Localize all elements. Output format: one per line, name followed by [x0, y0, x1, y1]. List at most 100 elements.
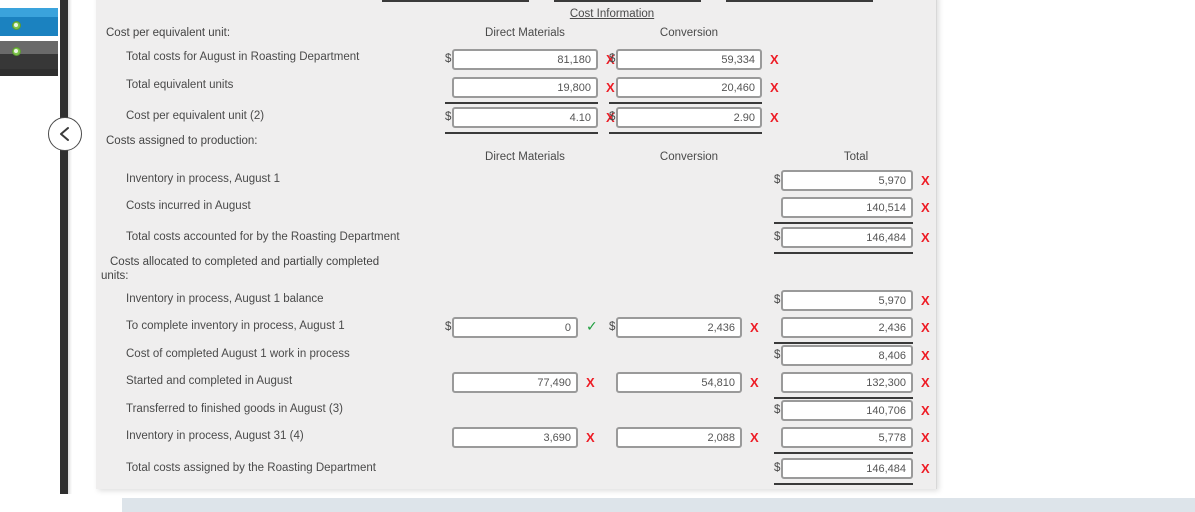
input-total-equivalent-units-cv-field[interactable]	[616, 77, 762, 98]
row-label-inventory-august-31: Inventory in process, August 31 (4)	[126, 430, 304, 442]
input-costs-incurred-august-total-field[interactable]	[781, 197, 913, 218]
input-total-costs-assigned-total-field[interactable]	[781, 458, 913, 479]
currency-symbol: $	[774, 174, 781, 186]
input-total-equivalent-units-dm-field[interactable]	[452, 77, 598, 98]
row-label-to-complete-inventory: To complete inventory in process, August…	[126, 320, 345, 332]
input-started-and-completed-cv-field[interactable]	[616, 372, 742, 393]
validation-mark-inventory-august-31-total: X	[921, 430, 930, 445]
nav-item-gray[interactable]	[0, 54, 58, 69]
input-started-and-completed-cv[interactable]	[616, 372, 742, 393]
validation-mark-total-costs-august-cv: X	[770, 52, 779, 67]
input-to-complete-inventory-cv-field[interactable]	[616, 317, 742, 338]
input-inventory-august-1-balance-total[interactable]	[781, 290, 913, 311]
row-label-started-and-completed: Started and completed in August	[126, 375, 293, 387]
section-label-costs-allocated-line1: Costs allocated to completed and partial…	[110, 256, 380, 268]
sidebar-nav-strip	[0, 0, 58, 76]
subtotal-rule	[609, 102, 762, 104]
input-costs-incurred-august-total[interactable]	[781, 197, 913, 218]
input-cost-per-equivalent-unit-dm-field[interactable]	[452, 107, 598, 128]
chevron-left-icon	[58, 126, 72, 142]
row-label-total-costs-august: Total costs for August in Roasting Depar…	[126, 51, 360, 63]
input-transferred-to-finished-goods-total[interactable]	[781, 400, 913, 421]
input-to-complete-inventory-dm-field[interactable]	[452, 317, 578, 338]
currency-symbol: $	[445, 53, 452, 65]
sidebar-collapse-button[interactable]	[48, 117, 82, 151]
validation-mark-total-costs-accounted-total: X	[921, 230, 930, 245]
column-header-direct-materials-1: Direct Materials	[485, 27, 565, 39]
sidebar-rail	[60, 0, 68, 494]
row-label-total-costs-accounted: Total costs accounted for by the Roastin…	[126, 231, 400, 243]
validation-mark-cost-per-equivalent-unit-cv: X	[770, 110, 779, 125]
input-inventory-august-1-balance-total-field[interactable]	[781, 290, 913, 311]
validation-mark-inventory-august-1-total: X	[921, 173, 930, 188]
input-total-costs-august-dm[interactable]	[452, 49, 598, 70]
currency-symbol: $	[774, 231, 781, 243]
validation-mark-started-and-completed-cv: X	[750, 375, 759, 390]
input-inventory-august-1-total[interactable]	[781, 170, 913, 191]
input-cost-of-completed-wip-total[interactable]	[781, 345, 913, 366]
input-inventory-august-31-dm[interactable]	[452, 427, 578, 448]
section-label-cost-per-unit: Cost per equivalent unit:	[106, 27, 231, 39]
input-to-complete-inventory-total[interactable]	[781, 317, 913, 338]
validation-mark-total-equivalent-units-cv: X	[770, 80, 779, 95]
row-label-inventory-august-1: Inventory in process, August 1	[126, 173, 281, 185]
input-started-and-completed-total[interactable]	[781, 372, 913, 393]
nav-footer-bar	[0, 69, 58, 76]
input-total-equivalent-units-dm[interactable]	[452, 77, 598, 98]
nav-item-blue[interactable]	[0, 17, 58, 36]
bottom-status-bar	[0, 498, 1195, 512]
input-total-equivalent-units-cv[interactable]	[616, 77, 762, 98]
nav-item-gray-accent[interactable]	[0, 41, 58, 54]
input-inventory-august-1-total-field[interactable]	[781, 170, 913, 191]
subtotal-rule	[609, 132, 762, 134]
bottom-status-bar-left-gap	[0, 498, 122, 512]
input-transferred-to-finished-goods-total-field[interactable]	[781, 400, 913, 421]
input-total-costs-accounted-total[interactable]	[781, 227, 913, 248]
nav-item-blue-accent[interactable]	[0, 8, 58, 17]
input-inventory-august-31-total-field[interactable]	[781, 427, 913, 448]
validation-mark-transferred-to-finished-goods-total: X	[921, 403, 930, 418]
row-label-costs-incurred-august: Costs incurred in August	[126, 200, 251, 212]
currency-symbol: $	[609, 321, 616, 333]
input-total-costs-august-dm-field[interactable]	[452, 49, 598, 70]
input-inventory-august-31-cv-field[interactable]	[616, 427, 742, 448]
input-cost-of-completed-wip-total-field[interactable]	[781, 345, 913, 366]
row-label-total-equivalent-units: Total equivalent units	[126, 79, 234, 91]
subtotal-rule	[774, 452, 913, 454]
validation-mark-started-and-completed-total: X	[921, 375, 930, 390]
validation-mark-inventory-august-31-cv: X	[750, 430, 759, 445]
input-cost-per-equivalent-unit-cv-field[interactable]	[616, 107, 762, 128]
column-header-total-2: Total	[843, 151, 869, 163]
input-started-and-completed-total-field[interactable]	[781, 372, 913, 393]
validation-mark-to-complete-inventory-dm: ✓	[586, 318, 598, 334]
subtotal-rule	[445, 102, 598, 104]
input-to-complete-inventory-dm[interactable]	[452, 317, 578, 338]
section-label-costs-allocated-line2: units:	[101, 270, 129, 282]
currency-symbol: $	[774, 349, 781, 361]
validation-mark-started-and-completed-dm: X	[586, 375, 595, 390]
validation-mark-inventory-august-1-balance-total: X	[921, 293, 930, 308]
input-started-and-completed-dm-field[interactable]	[452, 372, 578, 393]
row-label-inventory-august-1-balance: Inventory in process, August 1 balance	[126, 293, 324, 305]
input-total-costs-august-cv-field[interactable]	[616, 49, 762, 70]
input-cost-per-equivalent-unit-dm[interactable]	[452, 107, 598, 128]
input-total-costs-assigned-total[interactable]	[781, 458, 913, 479]
input-cost-per-equivalent-unit-cv[interactable]	[616, 107, 762, 128]
column-header-direct-materials-2: Direct Materials	[485, 151, 565, 163]
column-header-conversion-2: Conversion	[659, 151, 719, 163]
input-inventory-august-31-cv[interactable]	[616, 427, 742, 448]
subtotal-rule	[774, 222, 913, 224]
input-started-and-completed-dm[interactable]	[452, 372, 578, 393]
input-inventory-august-31-total[interactable]	[781, 427, 913, 448]
subtotal-rule	[774, 252, 913, 254]
input-to-complete-inventory-cv[interactable]	[616, 317, 742, 338]
currency-symbol: $	[774, 294, 781, 306]
input-total-costs-august-cv[interactable]	[616, 49, 762, 70]
cost-worksheet-panel: Cost Information Cost per equivalent uni…	[96, 0, 937, 489]
top-section-rule	[382, 0, 529, 2]
sidebar-rail-shadow	[68, 0, 72, 494]
input-total-costs-accounted-total-field[interactable]	[781, 227, 913, 248]
input-to-complete-inventory-total-field[interactable]	[781, 317, 913, 338]
input-inventory-august-31-dm-field[interactable]	[452, 427, 578, 448]
currency-symbol: $	[609, 111, 616, 123]
